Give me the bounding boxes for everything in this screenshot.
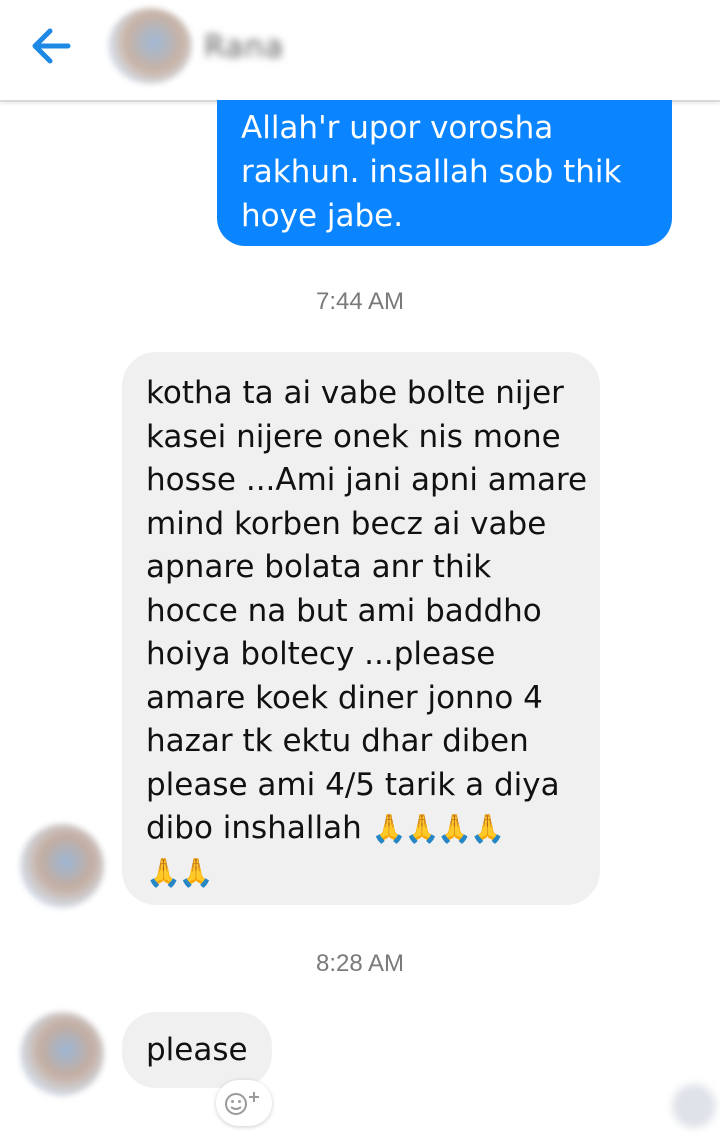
message-line: rakhun. insallah sob thik (241, 154, 622, 190)
add-reaction-icon (225, 1092, 259, 1115)
message-text: dibo inshallah (146, 810, 362, 846)
sender-avatar[interactable] (20, 824, 104, 908)
message-line-with-emoji: 🙏🙏 (146, 851, 586, 895)
timestamp: 7:44 AM (315, 288, 405, 315)
back-button[interactable] (24, 22, 84, 72)
message-line: hoiya boltecy ...please (146, 636, 496, 672)
chat-header: Rana (0, 0, 720, 102)
add-reaction-button[interactable] (216, 1080, 272, 1126)
message-line: kasei nijere onek nis mone (146, 418, 561, 455)
message-line: hosse ...Ami jani apni amare (146, 462, 588, 498)
message-line: apnare bolata anr thik (146, 549, 492, 585)
message-line: amare koek diner jonno 4 (146, 679, 543, 716)
arrow-left-icon (32, 28, 71, 64)
folded-hands-emoji: 🙏🙏🙏🙏 (371, 812, 505, 845)
contact-avatar[interactable] (108, 8, 192, 84)
message-line: hoye jabe. (241, 198, 404, 234)
blurred-icon (672, 1084, 716, 1128)
incoming-message[interactable]: please (122, 1012, 272, 1088)
message-line: kotha ta ai vabe bolte nijer (146, 375, 564, 411)
sender-avatar[interactable] (20, 1012, 104, 1096)
message-line: hocce na but ami baddho (146, 592, 542, 629)
message-line: mind korben becz ai vabe (146, 505, 547, 542)
outgoing-message[interactable]: Allah'r upor vorosha rakhun. insallah so… (217, 100, 672, 246)
contact-name[interactable]: Rana (204, 30, 284, 65)
folded-hands-emoji: 🙏🙏 (146, 855, 214, 889)
message-line: Allah'r upor vorosha (241, 110, 554, 146)
incoming-message[interactable]: kotha ta ai vabe bolte nijer kasei nijer… (122, 352, 600, 905)
timestamp: 8:28 AM (315, 950, 405, 977)
message-line-with-emoji: dibo inshallah 🙏🙏🙏🙏 (146, 807, 586, 851)
message-line: please ami 4/5 tarik a diya (146, 766, 560, 803)
message-line: hazar tk ektu dhar diben (146, 723, 529, 759)
